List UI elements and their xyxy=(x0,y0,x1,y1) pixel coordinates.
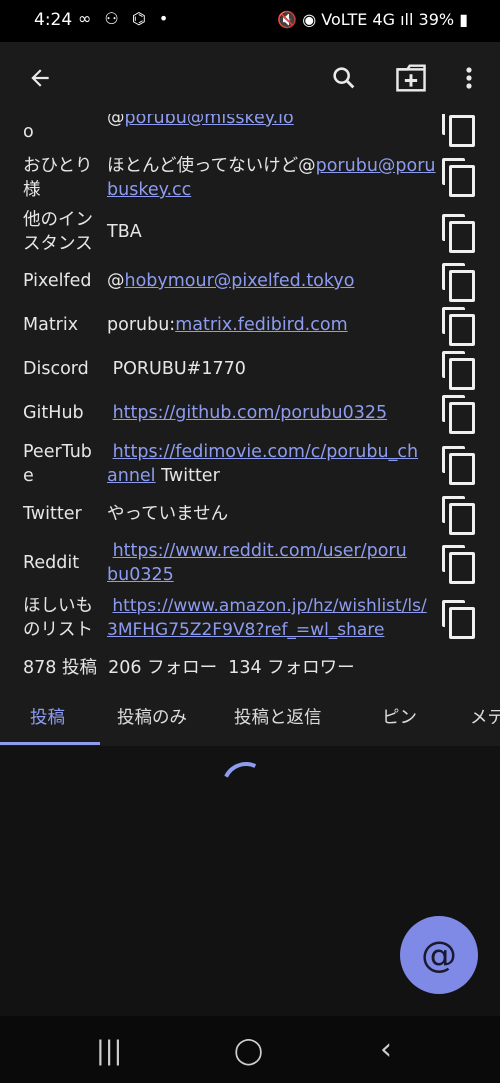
app-bar xyxy=(0,42,500,114)
search-icon[interactable] xyxy=(322,42,366,114)
field-link[interactable]: https://fedimovie.com/c/porubu_channel xyxy=(107,442,418,486)
notification-icons: ∞ ⚇ ⌬ • xyxy=(78,9,173,28)
field-value: https://www.reddit.com/user/porubu0325 xyxy=(107,539,407,587)
copy-icon[interactable] xyxy=(440,158,475,197)
field-value: @hobymour@pixelfed.tokyo xyxy=(107,271,355,291)
copy-icon[interactable] xyxy=(440,351,475,390)
field-link[interactable]: porubu@misskey.io xyxy=(125,114,294,128)
status-bar: 4:24 ∞ ⚇ ⌬ • 🔇 ◉ VoLTE 4G ıll 39% ▮ xyxy=(0,0,500,42)
field-link[interactable]: https://github.com/porubu0325 xyxy=(113,403,388,423)
copy-icon[interactable] xyxy=(440,600,475,639)
field-value: https://github.com/porubu0325 xyxy=(107,401,437,425)
field-label: o xyxy=(23,122,34,142)
field-link[interactable]: https://www.amazon.jp/hz/wishlist/ls/3MF… xyxy=(107,596,427,640)
battery-icon: ▮ xyxy=(459,10,468,29)
field-label: Pixelfed xyxy=(23,271,92,291)
field-label: GitHub xyxy=(23,403,84,423)
active-tab-indicator xyxy=(0,742,100,745)
back-arrow-icon[interactable] xyxy=(18,42,62,114)
copy-icon[interactable] xyxy=(440,214,475,253)
field-value: @porubu@misskey.io xyxy=(107,114,437,130)
copy-icon[interactable] xyxy=(440,446,475,485)
tab-notes[interactable]: 投稿 xyxy=(30,704,65,729)
more-options-icon[interactable] xyxy=(452,42,486,114)
field-value: https://www.amazon.jp/hz/wishlist/ls/3MF… xyxy=(107,594,429,642)
tab-notes-only[interactable]: 投稿のみ xyxy=(117,704,187,729)
back-icon[interactable]: ‹ xyxy=(380,1032,392,1067)
copy-icon[interactable] xyxy=(440,545,475,584)
profile-stats: 878 投稿 206 フォロー 134 フォロワー xyxy=(23,654,355,679)
tab-media[interactable]: メデ xyxy=(470,704,500,729)
system-icons: 🔇 ◉ VoLTE 4G ıll 39% ▮ xyxy=(277,10,468,29)
field-label: 他のインスタンス xyxy=(23,210,93,254)
field-label: おひとり様 xyxy=(23,156,93,200)
connectivity-icons: 🔇 ◉ VoLTE 4G ıll xyxy=(277,10,414,29)
field-label: Twitter xyxy=(23,504,82,524)
field-label: Reddit xyxy=(23,553,80,573)
tab-notes-and-replies[interactable]: 投稿と返信 xyxy=(234,704,322,729)
field-value: ほとんど使ってないけど@porubu@porubuskey.cc xyxy=(107,156,436,200)
followers-count[interactable]: 134 フォロワー xyxy=(228,658,354,678)
field-label: Discord xyxy=(23,359,89,379)
copy-icon[interactable] xyxy=(440,114,475,147)
field-value: やっていません xyxy=(107,504,229,524)
notes-count[interactable]: 878 投稿 xyxy=(23,658,97,678)
mention-fab-button[interactable]: @ xyxy=(400,916,478,994)
field-value: TBA xyxy=(107,222,142,242)
copy-icon[interactable] xyxy=(440,496,475,535)
profile-tabs: 投稿 投稿のみ 投稿と返信 ピン メデ xyxy=(0,686,500,746)
profile-fields: o @porubu@misskey.io おひとり様 ほとんど使ってないけど@p… xyxy=(0,114,500,686)
field-value: porubu:matrix.fedibird.com xyxy=(107,315,348,335)
new-note-icon[interactable] xyxy=(388,42,434,114)
system-nav-bar: ||| ◯ ‹ xyxy=(0,1016,500,1083)
copy-icon[interactable] xyxy=(440,307,475,346)
field-link[interactable]: https://www.reddit.com/user/porubu0325 xyxy=(107,541,407,585)
recents-icon[interactable]: ||| xyxy=(96,1036,122,1066)
battery-level: 39% xyxy=(418,10,455,29)
field-label: ほしいものリスト xyxy=(23,596,93,640)
field-value: https://fedimovie.com/c/porubu_channel T… xyxy=(107,442,419,486)
field-link[interactable]: hobymour@pixelfed.tokyo xyxy=(125,271,355,291)
home-icon[interactable]: ◯ xyxy=(234,1036,263,1066)
copy-icon[interactable] xyxy=(440,395,475,434)
status-time: 4:24 xyxy=(34,10,73,30)
following-count[interactable]: 206 フォロー xyxy=(108,658,217,678)
copy-icon[interactable] xyxy=(440,263,475,302)
field-link[interactable]: matrix.fedibird.com xyxy=(175,315,347,335)
at-icon: @ xyxy=(421,934,457,976)
field-value: PORUBU#1770 xyxy=(107,359,246,379)
tab-pinned[interactable]: ピン xyxy=(382,704,417,729)
field-label: Matrix xyxy=(23,315,79,335)
field-label: PeerTube xyxy=(23,442,92,486)
